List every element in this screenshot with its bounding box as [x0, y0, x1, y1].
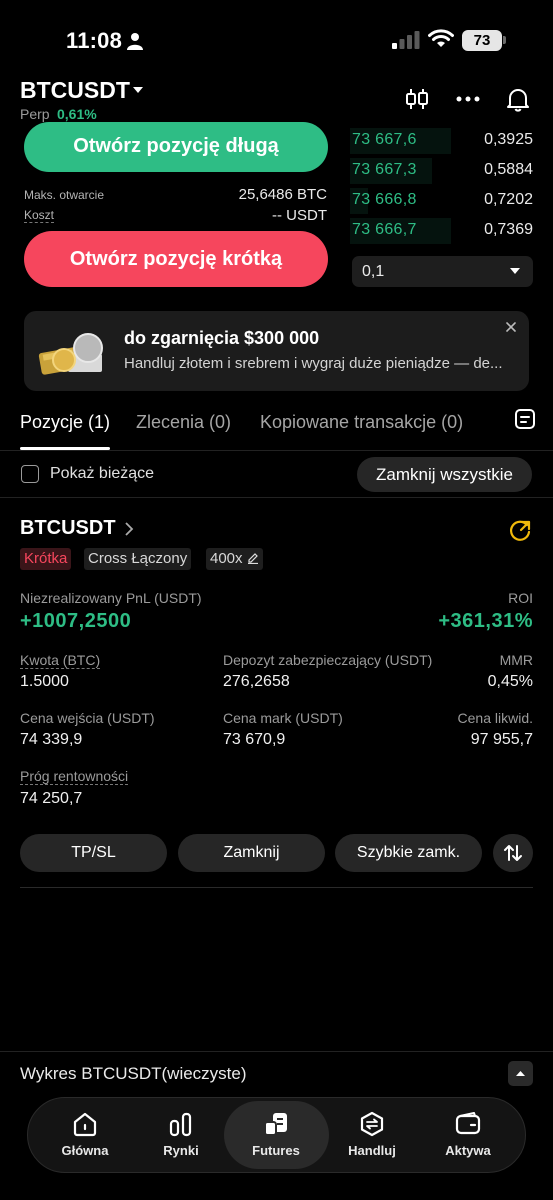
nav-label-markets: Rynki — [163, 1143, 199, 1158]
orderbook-row[interactable]: 73 666,7 0,7369 — [350, 216, 533, 246]
entry-price-label: Cena wejścia (USDT) — [20, 710, 155, 726]
mmr-label: MMR — [499, 652, 533, 668]
side-badge: Krótka — [20, 548, 72, 570]
promo-title: do zgarnięcia $300 000 — [124, 328, 320, 348]
leverage-value: 400x — [210, 550, 243, 567]
mark-price-value: 73 670,9 — [223, 731, 286, 748]
orderbook-qty: 0,7202 — [484, 191, 533, 208]
quick-close-button[interactable]: Szybkie zamk. — [335, 834, 482, 872]
liquidation-price-label: Cena likwid. — [457, 710, 533, 726]
entry-price-value: 74 339,9 — [20, 731, 83, 748]
cost-value: -- USDT — [272, 207, 327, 224]
chart-toggle-label[interactable]: Wykres BTCUSDT(wieczyste) — [20, 1064, 247, 1084]
tab-orders[interactable]: Zlecenia (0) — [136, 412, 231, 433]
orderbook-row[interactable]: 73 667,3 0,5884 — [350, 156, 533, 186]
edit-icon[interactable] — [247, 552, 259, 564]
document-icon[interactable] — [514, 408, 536, 430]
home-icon — [73, 1112, 97, 1137]
bell-icon[interactable] — [505, 86, 531, 112]
orderbook-row[interactable]: 73 667,6 0,3925 — [350, 126, 533, 156]
battery-indicator: 73 — [462, 30, 502, 51]
status-time: 11:08 — [66, 28, 123, 53]
signal-icon — [392, 31, 420, 49]
tab-copy-trades[interactable]: Kopiowane transakcje (0) — [260, 412, 463, 433]
share-icon[interactable] — [509, 519, 532, 542]
open-long-button[interactable]: Otwórz pozycję długą — [24, 122, 328, 172]
breakeven-value: 74 250,7 — [20, 790, 83, 807]
chart-expand-button[interactable] — [508, 1061, 533, 1086]
tab-positions[interactable]: Pozycje (1) — [20, 412, 110, 433]
amount-label[interactable]: Kwota (BTC) — [20, 652, 101, 669]
wallet-icon — [455, 1112, 481, 1135]
show-current-label[interactable]: Pokaż bieżące — [50, 465, 154, 483]
margin-value: 276,2658 — [223, 673, 290, 690]
mmr-value: 0,45% — [487, 673, 533, 690]
pair-title[interactable]: BTCUSDT — [20, 77, 130, 104]
nav-item-trade[interactable]: Handluj — [327, 1110, 417, 1158]
chevron-right-icon[interactable] — [124, 522, 134, 536]
close-all-button[interactable]: Zamknij wszystkie — [357, 457, 532, 492]
swap-arrows-icon — [504, 845, 522, 861]
section-divider — [0, 497, 553, 498]
gold-coins-icon — [38, 333, 103, 375]
caret-up-icon — [516, 1071, 525, 1076]
trade-icon — [360, 1111, 384, 1137]
leverage-badge[interactable]: 400x — [206, 548, 263, 570]
amount-value: 1.5000 — [20, 673, 69, 690]
perp-label: Perp — [20, 106, 50, 122]
nav-label-assets: Aktywa — [445, 1143, 491, 1158]
max-open-label: Maks. otwarcie — [24, 188, 105, 202]
cost-label[interactable]: Koszt — [24, 208, 55, 223]
orderbook-price: 73 667,6 — [352, 131, 417, 148]
price-change: 0,61% — [57, 106, 97, 122]
wifi-icon — [428, 29, 454, 47]
orderbook-qty: 0,7369 — [484, 221, 533, 238]
orderbook-qty: 0,3925 — [484, 131, 533, 148]
nav-label-home: Główna — [61, 1143, 109, 1158]
margin-label: Depozyt zabezpieczający (USDT) — [223, 652, 433, 668]
promo-text: Handluj złotem i srebrem i wygraj duże p… — [124, 355, 503, 372]
position-divider — [20, 887, 533, 888]
orderbook-price: 73 667,3 — [352, 161, 417, 178]
person-icon — [127, 33, 143, 50]
close-position-button[interactable]: Zamknij — [178, 834, 325, 872]
nav-item-assets[interactable]: Aktywa — [423, 1110, 513, 1158]
margin-mode-badge: Cross Łączony — [84, 548, 192, 570]
nav-item-home[interactable]: Główna — [40, 1110, 130, 1158]
nav-label-trade: Handluj — [348, 1143, 396, 1158]
orderbook-qty: 0,5884 — [484, 161, 533, 178]
liquidation-price-value: 97 955,7 — [470, 731, 533, 748]
caret-down-icon[interactable] — [132, 86, 144, 94]
reverse-position-button[interactable] — [493, 834, 533, 872]
max-open-value: 25,6486 BTC — [238, 186, 327, 203]
more-icon[interactable] — [455, 86, 481, 112]
futures-icon — [264, 1113, 287, 1136]
mark-price-label: Cena mark (USDT) — [223, 710, 343, 726]
tabs-divider — [0, 450, 553, 451]
breakeven-label[interactable]: Próg rentowności — [20, 768, 129, 785]
orderbook-price: 73 666,8 — [352, 191, 417, 208]
battery-tip — [503, 36, 506, 44]
orderbook-row[interactable]: 73 666,8 0,7202 — [350, 186, 533, 216]
chevron-down-icon — [510, 268, 520, 274]
quantity-select[interactable]: 0,1 — [352, 256, 533, 287]
nav-item-futures[interactable]: Futures — [231, 1110, 321, 1158]
close-icon[interactable] — [504, 320, 518, 334]
tpsl-button[interactable]: TP/SL — [20, 834, 167, 872]
nav-label-futures: Futures — [252, 1143, 300, 1158]
markets-icon — [169, 1112, 192, 1137]
candlestick-chart-icon[interactable] — [404, 86, 430, 112]
unrealized-pnl-value: +1007,2500 — [20, 610, 132, 632]
open-short-button[interactable]: Otwórz pozycję krótką — [24, 231, 328, 287]
roi-label: ROI — [508, 590, 533, 606]
nav-item-markets[interactable]: Rynki — [136, 1110, 226, 1158]
chart-divider — [0, 1051, 553, 1052]
unrealized-pnl-label: Niezrealizowany PnL (USDT) — [20, 590, 202, 606]
roi-value: +361,31% — [438, 610, 533, 632]
orderbook-price: 73 666,7 — [352, 221, 417, 238]
position-symbol[interactable]: BTCUSDT — [20, 517, 116, 540]
show-current-checkbox[interactable] — [21, 465, 39, 483]
